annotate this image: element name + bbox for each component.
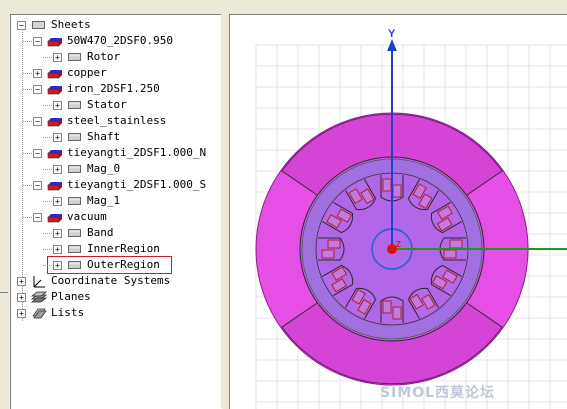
magnet-block	[392, 306, 402, 320]
left-window-edge	[0, 0, 10, 408]
magnet-pole	[380, 296, 404, 323]
selected-item-highlight	[47, 256, 172, 274]
expand-toggle[interactable]: +	[17, 293, 26, 302]
tree-node-label: Coordinate Systems	[51, 274, 171, 287]
tree-node-label: Sheets	[51, 18, 91, 31]
tree-node-label: Lists	[51, 306, 85, 319]
material-sheet-icon	[47, 115, 63, 127]
tree-node-label: steel_stainless	[67, 114, 167, 127]
tree-node-sheets[interactable]: − Sheets	[11, 17, 221, 33]
collapse-toggle[interactable]: −	[33, 213, 42, 222]
collapse-toggle[interactable]: −	[33, 149, 42, 158]
tree-node-label: InnerRegion	[87, 242, 160, 255]
magnet-block	[382, 300, 392, 314]
z-axis-label: Z	[396, 240, 401, 249]
material-sheet-icon	[47, 35, 63, 47]
sheet-object-icon	[67, 163, 83, 175]
tree-connector	[23, 73, 32, 74]
magnet-block	[382, 178, 392, 192]
material-sheet-icon	[47, 83, 63, 95]
tree-node-label: iron_2DSF1.250	[67, 82, 160, 95]
magnet-block	[449, 239, 463, 249]
material-sheet-icon	[47, 67, 63, 79]
tree-node-label: Mag_1	[87, 194, 121, 207]
sheet-object-icon	[67, 51, 83, 63]
material-sheet-icon	[47, 147, 63, 159]
expand-toggle[interactable]: +	[53, 229, 62, 238]
planes-icon	[30, 291, 48, 303]
expand-toggle[interactable]: +	[53, 133, 62, 142]
sheet-object-icon	[67, 195, 83, 207]
expand-toggle[interactable]: +	[53, 245, 62, 254]
tree-node-label: Band	[87, 226, 114, 239]
magnet-block	[392, 184, 402, 198]
tree-node-material[interactable]: − 50W470_2DSF0.950	[11, 33, 221, 49]
tree-node-label: Stator	[87, 98, 127, 111]
tree-node-label: 50W470_2DSF0.950	[67, 34, 173, 47]
tree-node-label: Rotor	[87, 50, 121, 63]
expand-toggle[interactable]: +	[53, 53, 62, 62]
expand-toggle[interactable]: +	[17, 309, 26, 318]
sheet-object-icon	[67, 243, 83, 255]
3d-modeler-viewport[interactable]: YZ	[229, 14, 567, 409]
panel-splitter[interactable]	[221, 0, 229, 408]
sheet-folder-icon	[31, 19, 47, 31]
tree-node-lists[interactable]: + Lists	[11, 305, 221, 321]
tree-connector	[43, 249, 52, 250]
edge-tick	[0, 292, 8, 293]
magnet-block	[443, 249, 457, 259]
y-axis-label: Y	[388, 28, 396, 40]
expand-toggle[interactable]: +	[53, 197, 62, 206]
tree-connector	[43, 137, 52, 138]
tree-node-label: tieyangti_2DSF1.000_S	[67, 178, 207, 191]
tree-node-material[interactable]: − tieyangti_2DSF1.000_S	[11, 177, 221, 193]
tree-connector	[23, 185, 32, 186]
collapse-toggle[interactable]: −	[33, 37, 42, 46]
tree-connector	[43, 169, 52, 170]
magnet-block	[321, 249, 335, 259]
collapse-toggle[interactable]: −	[33, 117, 42, 126]
expand-toggle[interactable]: +	[33, 69, 42, 78]
tree-node-label: Shaft	[87, 130, 121, 143]
sheet-object-icon	[67, 131, 83, 143]
material-sheet-icon	[47, 211, 63, 223]
tree-node-material[interactable]: − iron_2DSF1.250	[11, 81, 221, 97]
tree-node-label: Mag_0	[87, 162, 121, 175]
tree-node-material[interactable]: − vacuum	[11, 209, 221, 225]
tree-connector	[23, 217, 32, 218]
tree-connector	[43, 233, 52, 234]
tree-connector	[43, 57, 52, 58]
geometry-scene[interactable]: YZ	[230, 15, 567, 409]
tree-node-label: vacuum	[67, 210, 107, 223]
watermark-text: SIMOL西莫论坛	[380, 385, 496, 401]
tree-node-material[interactable]: + copper	[11, 65, 221, 81]
tree-node-label: Planes	[51, 290, 91, 303]
tree-connector	[23, 41, 32, 42]
sheet-object-icon	[67, 227, 83, 239]
model-tree-panel[interactable]: − Sheets −50W470_2DSF0.950 + Rotor + copper − ir…	[10, 14, 222, 409]
tree-node-planes[interactable]: + Planes	[11, 289, 221, 305]
tree-node-coordinate-systems[interactable]: + Coordinate Systems	[11, 273, 221, 289]
collapse-toggle[interactable]: −	[33, 181, 42, 190]
tree-connector	[23, 89, 32, 90]
tree-node-material[interactable]: − tieyangti_2DSF1.000_N	[11, 145, 221, 161]
tree-connector	[43, 201, 52, 202]
tree-connector	[43, 265, 52, 266]
lists-icon	[31, 307, 47, 319]
tree-connector	[23, 153, 32, 154]
tree-connector	[43, 105, 52, 106]
expand-toggle[interactable]: +	[17, 277, 26, 286]
coordinate-axes-icon	[31, 275, 47, 288]
tree-node-material[interactable]: − steel_stainless	[11, 113, 221, 129]
material-sheet-icon	[47, 179, 63, 191]
tree-connector	[23, 121, 32, 122]
expand-toggle[interactable]: +	[53, 165, 62, 174]
tree-node-label: tieyangti_2DSF1.000_N	[67, 146, 207, 159]
collapse-toggle[interactable]: −	[33, 85, 42, 94]
expand-toggle[interactable]: +	[53, 101, 62, 110]
sheet-object-icon	[67, 99, 83, 111]
tree-node-label: copper	[67, 66, 107, 79]
magnet-pole	[318, 237, 345, 261]
magnet-block	[327, 239, 341, 249]
